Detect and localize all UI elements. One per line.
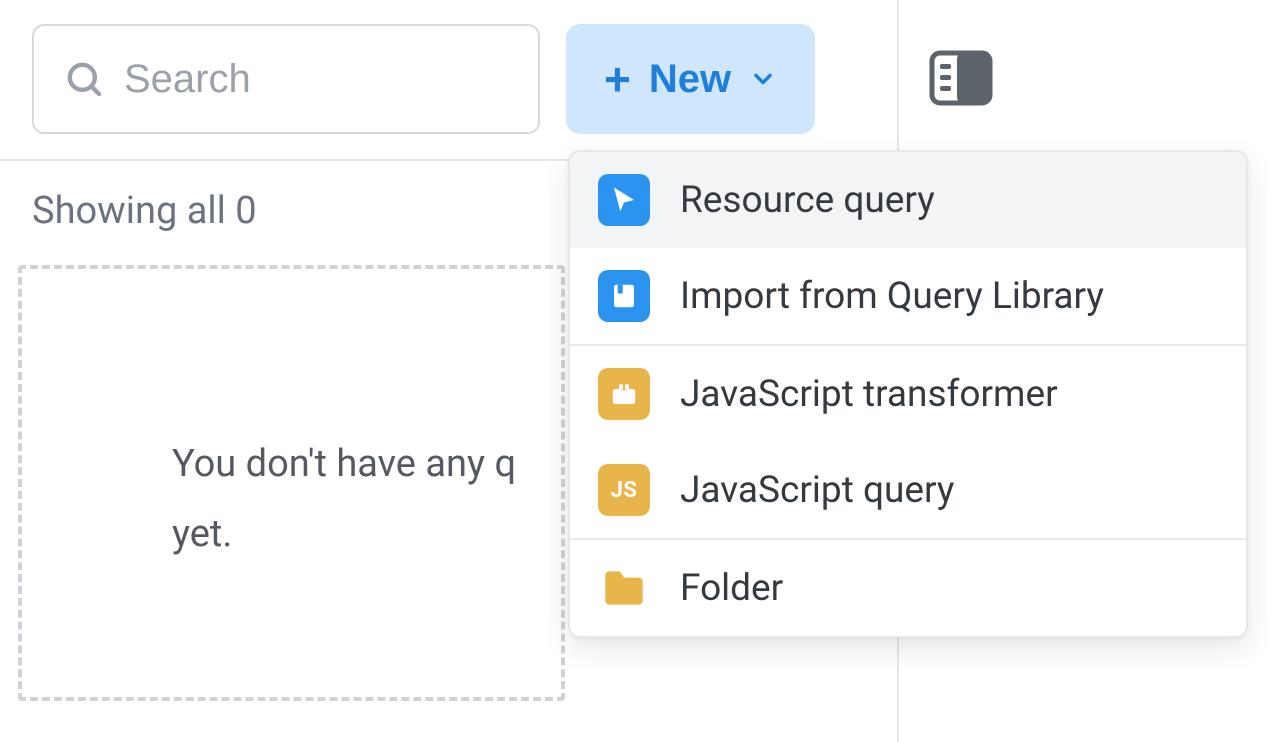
menu-item-js-query[interactable]: JS JavaScript query (570, 442, 1246, 538)
search-icon (64, 59, 104, 99)
menu-item-label: JavaScript transformer (680, 373, 1058, 416)
plus-icon: + (604, 56, 631, 102)
briefcase-icon (598, 368, 650, 420)
menu-item-label: Import from Query Library (680, 275, 1104, 318)
search-input[interactable] (124, 57, 639, 102)
chevron-down-icon (749, 65, 777, 93)
menu-item-import-query-library[interactable]: Import from Query Library (570, 248, 1246, 344)
cursor-icon (598, 174, 650, 226)
menu-item-resource-query[interactable]: Resource query (570, 152, 1246, 248)
book-icon (598, 270, 650, 322)
new-button[interactable]: + New (566, 24, 815, 134)
panel-view-toggle[interactable] (929, 50, 993, 106)
search-field-wrap[interactable] (32, 24, 540, 134)
menu-item-folder[interactable]: Folder (570, 540, 1246, 636)
folder-icon (598, 562, 650, 614)
empty-state: You don't have any q yet. (18, 265, 565, 701)
js-icon: JS (598, 464, 650, 516)
toolbar: + New (32, 24, 815, 134)
new-button-label: New (649, 57, 731, 102)
new-dropdown-menu: Resource query Import from Query Library… (568, 150, 1248, 638)
menu-item-label: Resource query (680, 179, 935, 222)
menu-item-label: Folder (680, 567, 783, 610)
menu-item-js-transformer[interactable]: JavaScript transformer (570, 346, 1246, 442)
results-count: Showing all 0 (32, 189, 257, 233)
menu-item-label: JavaScript query (680, 469, 954, 512)
empty-state-text: You don't have any q yet. (172, 429, 561, 570)
